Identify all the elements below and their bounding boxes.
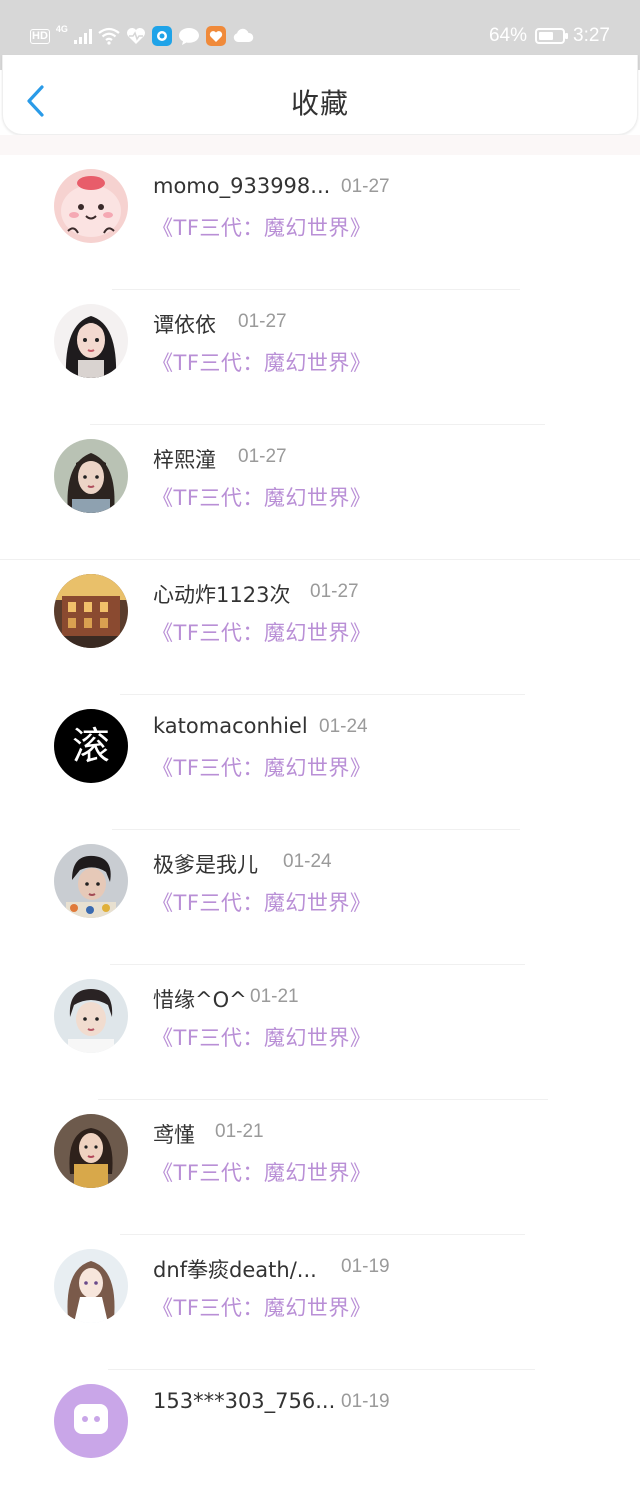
work-title-link[interactable]: 《TF三代：魔幻世界》 (152, 212, 371, 242)
user-name: momo_933998... (153, 174, 331, 198)
favorite-item[interactable]: 153***303_756... 01-19 (0, 1370, 640, 1505)
chat-icon (178, 28, 199, 45)
user-name: 心动炸1123次 (153, 583, 291, 607)
favorite-date: 01-21 (215, 1121, 264, 1142)
favorite-item[interactable]: 惜缘^O^ 01-21 《TF三代：魔幻世界》 (0, 965, 640, 1100)
work-title-link[interactable]: 《TF三代：魔幻世界》 (152, 887, 371, 917)
app-notification-icon (151, 26, 172, 46)
user-name: 153***303_756... (153, 1389, 336, 1413)
work-title-link[interactable]: 《TF三代：魔幻世界》 (152, 1022, 371, 1052)
work-title-link[interactable]: 《TF三代：魔幻世界》 (152, 617, 371, 647)
favorite-item[interactable]: 谭依依 01-27 《TF三代：魔幻世界》 (0, 290, 640, 425)
favorite-item[interactable]: 极爹是我儿 01-24 《TF三代：魔幻世界》 (0, 830, 640, 965)
hd-badge: HD (30, 28, 50, 44)
nav-header: 收藏 (2, 55, 638, 135)
avatar[interactable] (54, 979, 128, 1053)
battery-percent: 64% (488, 25, 528, 46)
logo-glyph: 滚 (72, 724, 110, 768)
favorite-item[interactable]: 梓熙潼 01-27 《TF三代：魔幻世界》 (0, 425, 640, 560)
work-title-link[interactable]: 《TF三代：魔幻世界》 (152, 347, 371, 377)
work-title-link[interactable]: 《TF三代：魔幻世界》 (152, 1157, 371, 1187)
favorite-item[interactable]: dnf拳痰death/... 01-19 《TF三代：魔幻世界》 (0, 1235, 640, 1370)
user-name: katomaconhiel (153, 714, 308, 738)
favorite-date: 01-19 (341, 1256, 390, 1277)
favorite-date: 01-27 (238, 311, 287, 332)
user-name: 谭依依 (153, 313, 216, 337)
favorites-list: momo_933998... 01-27 《TF三代：魔幻世界》 谭依依 01-27 《T… (0, 155, 640, 1505)
battery-icon (535, 28, 569, 44)
health-app-icon (205, 26, 226, 46)
user-name: 鸢慬 (153, 1123, 195, 1147)
favorite-date: 01-27 (341, 176, 390, 197)
favorite-item[interactable]: momo_933998... 01-27 《TF三代：魔幻世界》 (0, 155, 640, 290)
favorite-date: 01-21 (250, 986, 299, 1007)
avatar[interactable] (54, 844, 128, 918)
favorite-date: 01-19 (341, 1391, 390, 1412)
heart-rate-icon (126, 28, 145, 44)
favorite-item[interactable]: 鸢慬 01-21 《TF三代：魔幻世界》 (0, 1100, 640, 1235)
wifi-icon (98, 27, 120, 45)
favorite-date: 01-27 (238, 446, 287, 467)
favorite-date: 01-24 (283, 851, 332, 872)
page-title: 收藏 (290, 87, 349, 120)
cloud-icon (233, 28, 254, 42)
user-name: dnf拳痰death/... (153, 1258, 317, 1282)
favorite-date: 01-24 (319, 716, 368, 737)
signal-icon (73, 28, 92, 44)
avatar[interactable]: 滚 (54, 709, 128, 783)
avatar[interactable] (54, 1114, 128, 1188)
status-icons-left: HD 4G (30, 22, 254, 50)
user-name: 梓熙潼 (153, 448, 216, 472)
user-name: 惜缘^O^ (153, 988, 247, 1012)
avatar[interactable] (54, 1384, 128, 1458)
header-shadow-strip (0, 135, 640, 155)
avatar[interactable] (54, 1249, 128, 1323)
favorite-date: 01-27 (310, 581, 359, 602)
avatar[interactable] (54, 574, 128, 648)
avatar[interactable] (54, 439, 128, 513)
work-title-link[interactable]: 《TF三代：魔幻世界》 (152, 752, 371, 782)
favorite-item[interactable]: 心动炸1123次 01-27 《TF三代：魔幻世界》 (0, 560, 640, 695)
status-icons-right: 64% 3:27 (489, 22, 610, 50)
avatar[interactable] (54, 304, 128, 378)
network-type: 4G (55, 24, 68, 34)
user-name: 极爹是我儿 (153, 853, 258, 877)
avatar[interactable] (54, 169, 128, 243)
work-title-link[interactable]: 《TF三代：魔幻世界》 (152, 1292, 371, 1322)
clock: 3:27 (573, 25, 610, 46)
work-title-link[interactable]: 《TF三代：魔幻世界》 (152, 482, 371, 512)
favorite-item[interactable]: 滚 katomaconhiel 01-24 《TF三代：魔幻世界》 (0, 695, 640, 830)
